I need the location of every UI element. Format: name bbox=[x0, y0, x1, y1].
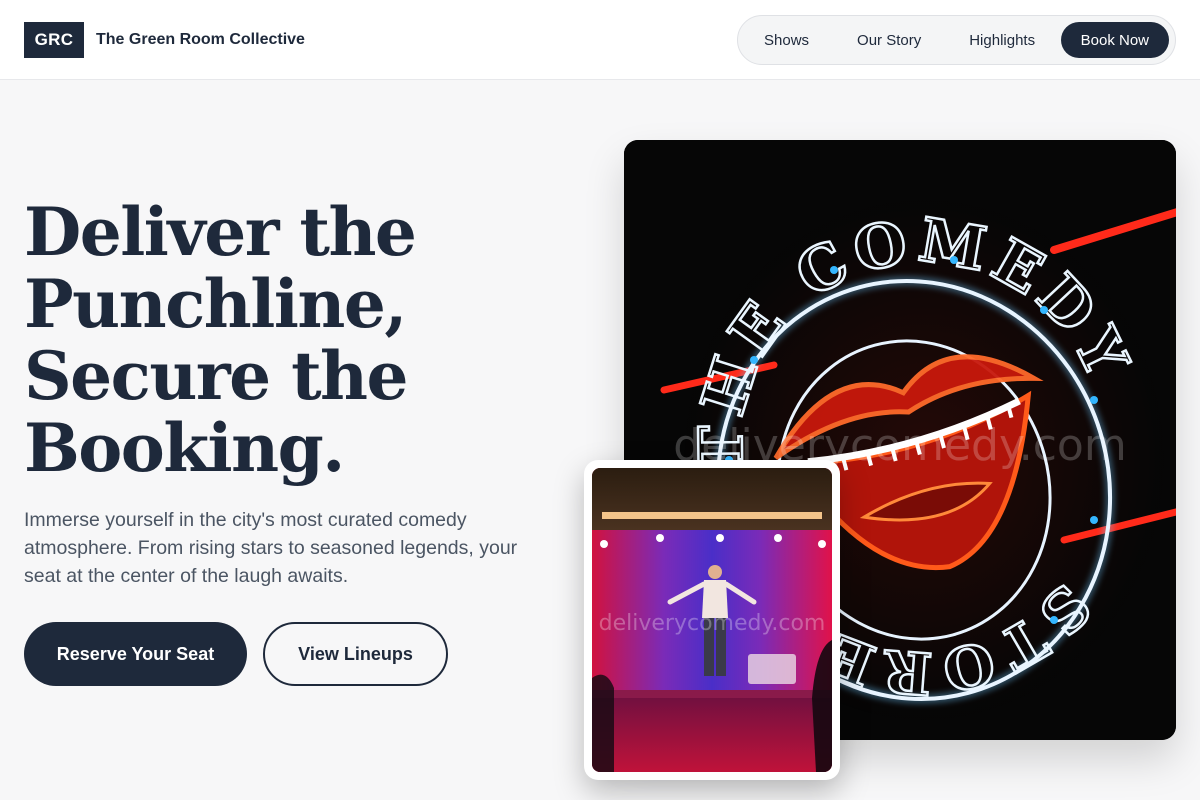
main-nav: Shows Our Story Highlights Book Now bbox=[737, 15, 1176, 65]
brand-name[interactable]: The Green Room Collective bbox=[96, 31, 305, 49]
hero-title-line: Secure the bbox=[24, 337, 409, 415]
watermark-text: deliverycomedy.com bbox=[599, 611, 826, 636]
stage-light-bar bbox=[602, 512, 822, 519]
stage-performer-image-frame: deliverycomedy.com bbox=[584, 460, 840, 780]
hero-title-line: Booking. bbox=[24, 409, 345, 487]
reserve-seat-button[interactable]: Reserve Your Seat bbox=[24, 622, 247, 686]
hero-title: Deliver the Punchline, Secure the Bookin… bbox=[24, 196, 584, 484]
view-lineups-button[interactable]: View Lineups bbox=[263, 622, 448, 686]
stage-illustration: deliverycomedy.com bbox=[592, 468, 832, 772]
audience-silhouette bbox=[592, 674, 614, 772]
nav-item-shows[interactable]: Shows bbox=[742, 22, 833, 58]
hero-title-line: Punchline, bbox=[24, 265, 407, 343]
stage-amp bbox=[748, 654, 796, 684]
hero-subtitle: Immerse yourself in the city's most cura… bbox=[24, 509, 518, 587]
brand[interactable]: GRC The Green Room Collective bbox=[24, 22, 305, 58]
nav-item-highlights[interactable]: Highlights bbox=[945, 22, 1059, 58]
nav-item-our-story[interactable]: Our Story bbox=[833, 22, 945, 58]
site-header: GRC The Green Room Collective Shows Our … bbox=[0, 0, 1200, 80]
hero-title-line: Deliver the bbox=[24, 193, 417, 271]
stage-performer-image: deliverycomedy.com bbox=[592, 468, 832, 772]
brand-logo[interactable]: GRC bbox=[24, 22, 84, 58]
book-now-button[interactable]: Book Now bbox=[1060, 22, 1169, 58]
